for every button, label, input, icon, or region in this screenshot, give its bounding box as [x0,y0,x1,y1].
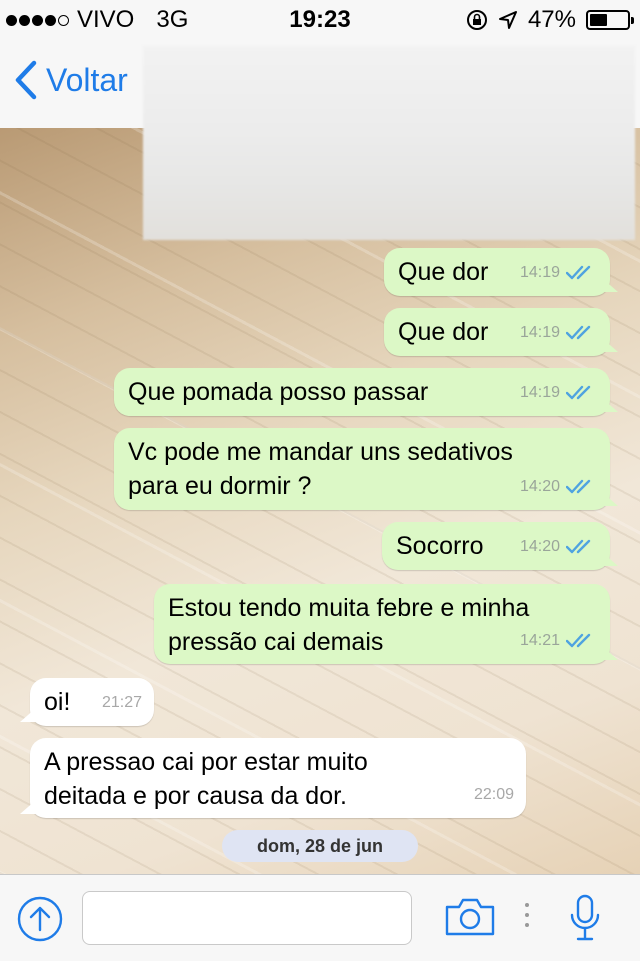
message-bubble[interactable]: Que dor 14:19 [384,308,610,356]
redacted-contact-area [143,46,635,240]
message-meta: 22:09 [474,778,514,812]
message-meta: 14:20 [520,530,598,564]
read-ticks-icon [566,479,591,494]
message-meta: 14:21 [520,624,598,658]
battery-level-fill [590,14,607,26]
back-label: Voltar [46,61,128,98]
message-bubble[interactable]: Estou tendo muita febre e minha pressão … [154,584,610,664]
message-text: A pressao cai por estar muito deitada e … [44,748,368,810]
message-time: 21:27 [101,694,142,711]
message-meta: 14:19 [520,256,598,290]
read-ticks-icon [566,633,591,648]
date-separator: dom, 28 de jun [222,830,418,862]
read-ticks-icon [566,385,591,400]
status-bar: VIVO 3G 19:23 47% [0,0,640,40]
more-options-icon[interactable] [525,903,529,927]
message-input[interactable] [82,891,412,945]
message-bubble[interactable]: Que pomada posso passar 14:19 [114,368,610,416]
share-upload-icon[interactable] [16,895,64,943]
message-bubble[interactable]: Socorro 14:20 [382,522,610,570]
message-time: 22:09 [473,786,514,803]
camera-icon[interactable] [444,897,496,937]
microphone-icon[interactable] [568,893,602,943]
status-right: 47% [466,6,634,34]
message-meta: 14:19 [520,376,598,410]
message-time: 14:19 [519,264,560,281]
input-bar [0,874,640,961]
read-ticks-icon [566,539,591,554]
message-time: 14:20 [519,478,560,495]
message-bubble[interactable]: oi! 21:27 [30,678,154,726]
message-bubble[interactable]: A pressao cai por estar muito deitada e … [30,738,526,818]
location-arrow-icon [498,11,517,29]
battery-icon [586,10,634,30]
message-bubble[interactable]: Vc pode me mandar uns sedativos para eu … [114,428,610,510]
read-ticks-icon [566,325,591,340]
message-meta: 14:19 [520,316,598,350]
message-bubble[interactable]: Que dor 14:19 [384,248,610,296]
message-time: 14:19 [519,384,560,401]
message-meta: 14:20 [520,470,598,504]
rotation-lock-icon [466,10,487,30]
chevron-left-icon [15,60,37,100]
message-time: 14:21 [519,632,560,649]
message-time: 14:19 [519,324,560,341]
back-button[interactable]: Voltar [14,60,128,100]
read-ticks-icon [566,265,591,280]
battery-percentage: 47% [527,6,576,33]
message-meta: 21:27 [102,686,142,720]
message-time: 14:20 [519,538,560,555]
